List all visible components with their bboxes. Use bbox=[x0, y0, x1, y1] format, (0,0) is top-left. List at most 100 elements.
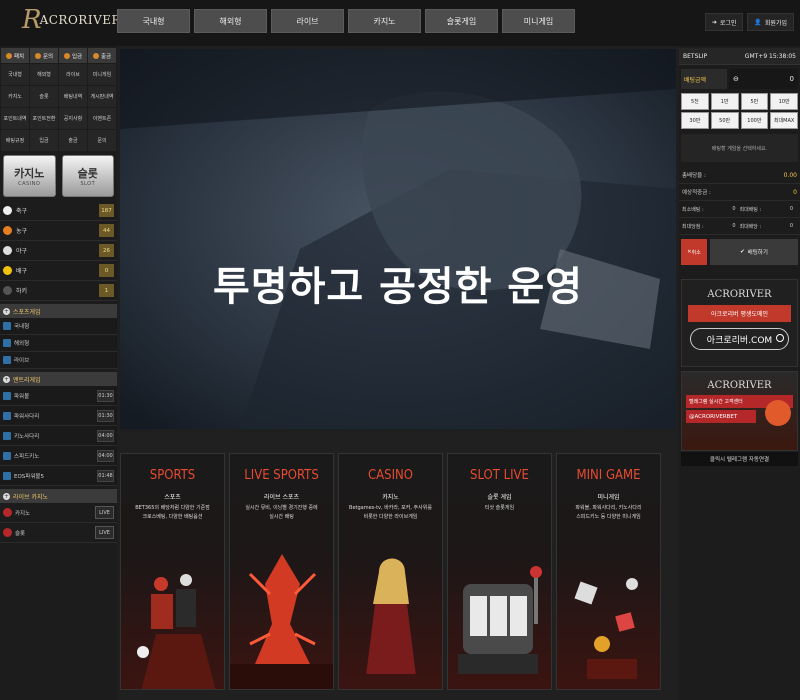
game-logo-icon bbox=[3, 451, 11, 460]
mini-game-item[interactable]: 키노사다리 04:00 bbox=[0, 426, 117, 446]
nav-item-slot[interactable]: 슬롯게임 bbox=[425, 9, 498, 33]
sport-item-soccer[interactable]: 축구 187 bbox=[0, 201, 117, 221]
signup-button[interactable]: 👤 회원가입 bbox=[747, 13, 794, 31]
chip-button[interactable]: 10만 bbox=[770, 93, 798, 110]
slot-shortcut[interactable]: 슬롯 SLOT bbox=[61, 155, 114, 197]
menu-item[interactable]: 배팅규정 bbox=[1, 130, 29, 151]
nav-item-minigame[interactable]: 미니게임 bbox=[502, 9, 575, 33]
promo-brand: ACRORIVER bbox=[707, 380, 772, 391]
domain-search[interactable]: 아크로리버.COM bbox=[690, 328, 789, 350]
sport-item-basketball[interactable]: 농구 44 bbox=[0, 221, 117, 241]
sports-game-header[interactable]: + 스포츠게임 bbox=[0, 304, 117, 318]
chip-button[interactable]: 5천 bbox=[681, 93, 709, 110]
mini-game-item[interactable]: EOS파워볼5 01:48 bbox=[0, 466, 117, 486]
chip-button[interactable]: 1만 bbox=[710, 93, 739, 110]
domain-promo[interactable]: ACRORIVER 아크로리버 평생도메인 아크로리버.COM bbox=[681, 279, 798, 367]
telegram-plane-icon bbox=[765, 400, 791, 426]
stake-row: 배팅금액 ⊖ 0 bbox=[679, 65, 800, 93]
left-sidebar: 패치 문의 입금 출금 국내형 해외형 라이브 미니게임 카지노 슬롯 배팅내역… bbox=[0, 46, 117, 700]
quick-actions: 패치 문의 입금 출금 bbox=[0, 47, 117, 64]
live-casino-header[interactable]: + 라이브 카지노 bbox=[0, 489, 117, 503]
search-icon bbox=[776, 334, 784, 342]
top-header: R ACRORIVER 국내형 해외형 라이브 카지노 슬롯게임 미니게임 ➜ 로… bbox=[0, 0, 800, 46]
flag-icon bbox=[3, 339, 11, 347]
menu-item[interactable]: 해외형 bbox=[30, 64, 58, 85]
minigame-dice-illustration bbox=[574, 578, 638, 679]
telegram-promo[interactable]: ACRORIVER 텔레그램 실시간 고객센터 @ACRORIVERBET bbox=[681, 371, 798, 451]
menu-item[interactable]: 게시판내역 bbox=[88, 86, 116, 107]
amount-chips: 5천 1만 5만 10만 30만 50만 100만 최대MAX bbox=[679, 93, 800, 129]
chip-button[interactable]: 50만 bbox=[710, 112, 739, 129]
menu-item[interactable]: 포인트전환 bbox=[30, 108, 58, 129]
menu-item[interactable]: 출금 bbox=[59, 130, 87, 151]
live-casino-item[interactable]: 카지노 LIVE bbox=[0, 503, 117, 523]
login-button[interactable]: ➜ 로그인 bbox=[704, 13, 744, 31]
sport-item-baseball[interactable]: 야구 26 bbox=[0, 241, 117, 261]
stake-input[interactable]: ⊖ 0 bbox=[729, 69, 798, 89]
menu-item[interactable]: 문의 bbox=[88, 130, 116, 151]
nav-item-overseas[interactable]: 해외형 bbox=[194, 9, 267, 33]
mini-game-item[interactable]: 파워사다리 01:30 bbox=[0, 406, 117, 426]
chip-button[interactable]: 30만 bbox=[681, 112, 709, 129]
bullet-icon bbox=[92, 52, 99, 59]
timer: 04:00 bbox=[97, 429, 114, 442]
sports-game-item[interactable]: 해외형 bbox=[0, 335, 117, 352]
soccer-ball-icon bbox=[3, 206, 12, 215]
entry-game-header[interactable]: + 엔트리게임 bbox=[0, 372, 117, 386]
menu-item[interactable]: 국내형 bbox=[1, 64, 29, 85]
menu-item[interactable]: 미니게임 bbox=[88, 64, 116, 85]
menu-item[interactable]: 공지사항 bbox=[59, 108, 87, 129]
chip-button[interactable]: 100만 bbox=[740, 112, 769, 129]
menu-item[interactable]: 슬롯 bbox=[30, 86, 58, 107]
category-card-live-sports[interactable]: LIVE SPORTS 라이브 스포츠 실시간 뮤비, 이닝별 경기진행 중에 … bbox=[229, 453, 334, 690]
sport-item-volleyball[interactable]: 배구 0 bbox=[0, 261, 117, 281]
category-card-slot[interactable]: SLOT LIVE 슬롯 게임 티삿 슬롯게임 bbox=[447, 453, 552, 690]
menu-item[interactable]: 포인트내역 bbox=[1, 108, 29, 129]
telegram-connect-link[interactable]: 클릭시 텔레그램 자동연결 bbox=[681, 452, 798, 466]
nav-item-live[interactable]: 라이브 bbox=[271, 9, 344, 33]
game-logo-icon bbox=[3, 391, 11, 400]
menu-item[interactable]: 카지노 bbox=[1, 86, 29, 107]
quick-inquiry-button[interactable]: 문의 bbox=[30, 48, 58, 63]
slot-machine-illustration bbox=[458, 566, 542, 674]
category-card-casino[interactable]: CASINO 카지노 Betgames-tv, 바카라, 포커, 주사위를 비롯… bbox=[338, 453, 443, 690]
nav-item-casino[interactable]: 카지노 bbox=[348, 9, 421, 33]
chip-icon bbox=[3, 528, 12, 537]
live-casino-item[interactable]: 슬롯 LIVE bbox=[0, 523, 117, 543]
limits-row: 최소배팅 :0 최대배팅 :0 bbox=[679, 201, 800, 218]
nav-item-domestic[interactable]: 국내형 bbox=[117, 9, 190, 33]
menu-item[interactable]: 라이브 bbox=[59, 64, 87, 85]
quick-patch-button[interactable]: 패치 bbox=[1, 48, 29, 63]
sports-game-item[interactable]: 국내형 bbox=[0, 318, 117, 335]
sports-game-item[interactable]: 라이브 bbox=[0, 352, 117, 369]
menu-item[interactable]: 이벤트존 bbox=[88, 108, 116, 129]
place-bet-button[interactable]: ✔ 배팅하기 bbox=[710, 239, 798, 265]
login-icon: ➜ bbox=[711, 18, 717, 26]
mini-game-item[interactable]: 파워볼 01:30 bbox=[0, 386, 117, 406]
sport-item-hockey[interactable]: 하키 1 bbox=[0, 281, 117, 301]
category-card-sports[interactable]: SPORTS 스포츠 BET365의 배당처럼 다양한 기준점 크로스베팅, 다… bbox=[120, 453, 225, 690]
game-logo-icon bbox=[3, 431, 11, 440]
mini-game-item[interactable]: 스피드키노 04:00 bbox=[0, 446, 117, 466]
category-card-minigame[interactable]: MINI GAME 미니게임 파워볼, 파워사다리, 키노사다리 스피드키노 등… bbox=[556, 453, 661, 690]
quick-withdraw-button[interactable]: 출금 bbox=[88, 48, 116, 63]
quick-deposit-button[interactable]: 입금 bbox=[59, 48, 87, 63]
live-sports-illustration bbox=[230, 554, 333, 689]
empty-betslip-message: 배팅할 게임을 선택하세요. bbox=[681, 134, 798, 162]
count-badge: 0 bbox=[99, 264, 114, 277]
banner-background bbox=[120, 49, 676, 429]
plus-icon: + bbox=[3, 375, 10, 383]
chip-button[interactable]: 5만 bbox=[740, 93, 769, 110]
site-logo[interactable]: R ACRORIVER bbox=[22, 7, 121, 33]
casino-shortcut[interactable]: 카지노 CASINO bbox=[3, 155, 56, 197]
volleyball-icon bbox=[3, 266, 12, 275]
menu-item[interactable]: 배팅내역 bbox=[59, 86, 87, 107]
hero-banner[interactable]: 투명하고 공정한 운영 bbox=[120, 49, 676, 429]
menu-item[interactable]: 입금 bbox=[30, 130, 58, 151]
game-categories: SPORTS 스포츠 BET365의 배당처럼 다양한 기준점 크로스베팅, 다… bbox=[120, 432, 676, 700]
chip-button[interactable]: 최대MAX bbox=[770, 112, 798, 129]
cancel-button[interactable]: ✕ 취소 bbox=[681, 239, 707, 265]
permanent-domain-button[interactable]: 아크로리버 평생도메인 bbox=[688, 305, 791, 322]
account-actions: ➜ 로그인 👤 회원가입 bbox=[704, 13, 794, 31]
count-badge: 187 bbox=[99, 204, 114, 217]
